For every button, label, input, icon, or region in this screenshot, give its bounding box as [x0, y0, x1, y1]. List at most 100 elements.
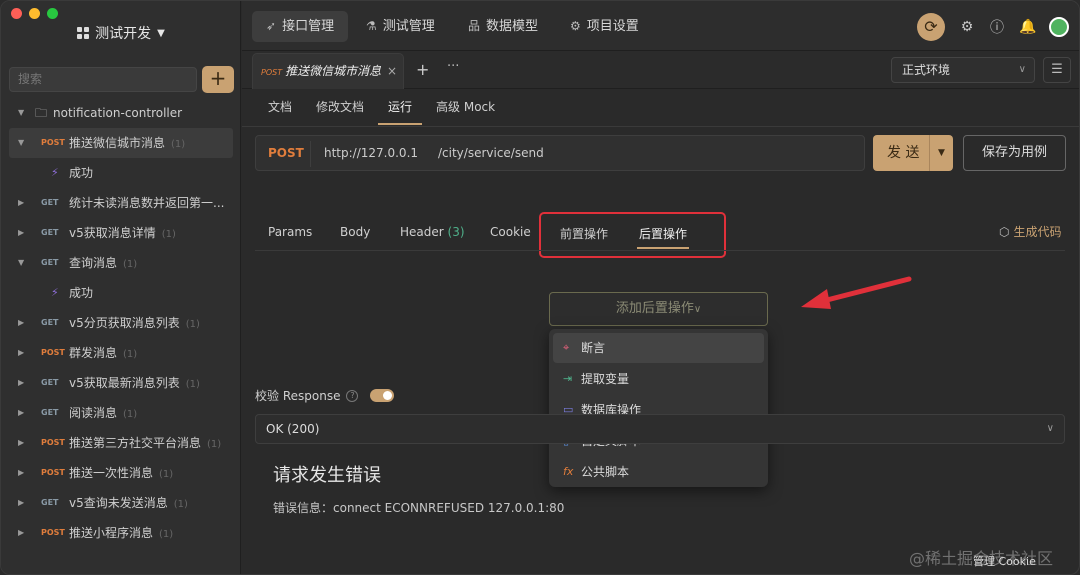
save-as-case-button[interactable]: 保存为用例	[963, 135, 1066, 171]
annotation-arrow	[801, 276, 912, 309]
project-switcher[interactable]: 测试开发 ▼	[1, 23, 241, 43]
tab-params[interactable]: Params	[268, 225, 312, 239]
method-badge: GET	[41, 198, 59, 207]
item-name: v5获取最新消息列表 (1)	[69, 376, 200, 390]
grid-icon	[77, 27, 90, 39]
send-button[interactable]: 发 送 ▼	[873, 135, 953, 171]
help-icon[interactable]: ?	[346, 389, 359, 402]
error-title: 请求发生错误	[273, 465, 381, 486]
item-name: v5获取消息详情 (1)	[69, 226, 176, 240]
tab-api-management[interactable]: ➶ 接口管理	[252, 11, 349, 42]
tree-item[interactable]: ▶ GET v5分页获取消息列表 (1)	[1, 308, 241, 338]
project-name: 测试开发	[95, 26, 152, 42]
menu-item-public-script[interactable]: fx 公共脚本	[553, 457, 764, 487]
item-name: 推送第三方社交平台消息 (1)	[69, 436, 222, 450]
caret-down-icon: ▼	[18, 108, 25, 117]
tree-item[interactable]: ▶ POST 推送一次性消息 (1)	[1, 458, 241, 488]
watermark: @稀土掘金技术社区	[909, 549, 1054, 568]
add-tab-button[interactable]: +	[416, 60, 429, 79]
folder-icon: 🗀	[35, 106, 48, 120]
sidebar: 测试开发 ▼ 搜索 + ▼ 🗀 notification-controller …	[1, 1, 241, 574]
method-select[interactable]: POST	[268, 146, 304, 160]
more-icon[interactable]: ···	[447, 59, 459, 74]
item-name: 推送微信城市消息 (1)	[69, 136, 186, 150]
caret-down-icon: ▼	[18, 258, 25, 267]
tree-item[interactable]: ▶ POST 推送小程序消息 (1)	[1, 518, 241, 548]
bolt-icon: ⚡	[51, 286, 59, 299]
caret-down-icon: ▼	[157, 27, 165, 39]
chevron-down-icon: ∨	[1018, 64, 1026, 75]
tree-item[interactable]: ▶ GET 阅读消息 (1)	[1, 398, 241, 428]
tab-advanced-mock[interactable]: 高级 Mock	[424, 97, 507, 127]
method-badge: POST	[41, 468, 65, 477]
tab-test-management[interactable]: ⚗ 测试管理	[352, 11, 449, 42]
url-bar[interactable]: POST http://127.0.0.1 /city/service/send	[255, 135, 865, 171]
window-controls	[11, 8, 58, 19]
add-post-op-button[interactable]: 添加后置操作∨	[549, 292, 768, 326]
close-icon[interactable]: ×	[387, 54, 397, 88]
bell-icon[interactable]: 🔔	[1019, 19, 1036, 35]
extract-icon: ⇥	[563, 372, 573, 385]
request-tab[interactable]: POST 推送微信城市消息 ×	[252, 53, 404, 89]
tab-cookie[interactable]: Cookie	[490, 225, 531, 239]
doc-subtabs: 文档 修改文档 运行 高级 Mock	[256, 97, 507, 127]
generate-code-button[interactable]: ⬡ 生成代码	[999, 223, 1062, 240]
api-tree: ▼ 🗀 notification-controller ▼ POST 推送微信城…	[1, 98, 241, 548]
tree-item[interactable]: ▶ GET v5获取最新消息列表 (1)	[1, 368, 241, 398]
tree-case[interactable]: ⚡ 成功	[1, 278, 241, 308]
tree-item[interactable]: ▼ POST 推送微信城市消息 (1)	[9, 128, 233, 158]
verify-toggle[interactable]	[370, 389, 395, 402]
caret-right-icon: ▶	[18, 438, 25, 447]
cube-icon: ⬡	[999, 225, 1010, 239]
list-menu-icon[interactable]: ☰	[1043, 57, 1071, 83]
minimize-window-button[interactable]	[29, 8, 40, 19]
base-url: http://127.0.0.1	[324, 146, 419, 160]
tree-item[interactable]: ▶ GET v5查询未发送消息 (1)	[1, 488, 241, 518]
path-input[interactable]: /city/service/send	[438, 146, 544, 160]
target-icon: ⌖	[563, 341, 570, 354]
tab-data-model[interactable]: 品数据模型	[454, 11, 552, 42]
caret-right-icon: ▶	[18, 228, 25, 237]
tab-project-settings[interactable]: ⚙ 项目设置	[556, 11, 653, 42]
tree-item[interactable]: ▶ POST 群发消息 (1)	[1, 338, 241, 368]
folder-name: notification-controller	[53, 106, 183, 120]
close-window-button[interactable]	[11, 8, 22, 19]
item-name: 查询消息 (1)	[69, 256, 138, 270]
settings-icon[interactable]: ⚙	[959, 19, 975, 35]
tree-item[interactable]: ▶ GET v5获取消息详情 (1)	[1, 218, 241, 248]
highlight-box	[539, 212, 726, 258]
zoom-window-button[interactable]	[47, 8, 58, 19]
tab-run[interactable]: 运行	[376, 97, 424, 127]
menu-item-assertion[interactable]: ⌖ 断言	[553, 333, 764, 363]
caret-right-icon: ▶	[18, 348, 25, 357]
tree-item[interactable]: ▶ POST 推送第三方社交平台消息 (1)	[1, 428, 241, 458]
verify-response-row: 校验 Response ?	[255, 387, 395, 404]
response-select[interactable]: OK (200) ∨	[255, 414, 1065, 444]
tab-edit-doc[interactable]: 修改文档	[304, 97, 376, 127]
rocket-icon: ➶	[266, 19, 277, 33]
chevron-down-icon[interactable]: ▼	[929, 135, 953, 171]
tree-folder[interactable]: ▼ 🗀 notification-controller	[1, 98, 241, 128]
item-name: v5查询未发送消息 (1)	[69, 496, 188, 510]
add-button[interactable]: +	[202, 66, 234, 93]
sync-icon[interactable]: ⟳	[917, 13, 945, 41]
caret-right-icon: ▶	[18, 408, 25, 417]
caret-right-icon: ▶	[18, 498, 25, 507]
caret-down-icon: ▼	[18, 138, 25, 147]
tree-item[interactable]: ▶ GET 统计未读消息数并返回第一...	[1, 188, 241, 218]
tree-item[interactable]: ▼ GET 查询消息 (1)	[1, 248, 241, 278]
tab-doc[interactable]: 文档	[256, 97, 304, 127]
tab-header[interactable]: Header (3)	[400, 225, 465, 239]
function-icon: fx	[563, 465, 574, 478]
tab-body[interactable]: Body	[340, 225, 370, 239]
tree-case[interactable]: ⚡ 成功	[1, 158, 241, 188]
menu-item-extract-variable[interactable]: ⇥ 提取变量	[553, 364, 764, 394]
caret-right-icon: ▶	[18, 318, 25, 327]
item-name: 群发消息 (1)	[69, 346, 138, 360]
help-icon[interactable]: ⓘ	[989, 17, 1005, 37]
environment-select[interactable]: 正式环境 ∨	[891, 57, 1035, 83]
post-op-menu: ⌖断言 ⇥提取变量 ▭数据库操作 ▯自定义脚本 fx公共脚本	[549, 329, 768, 487]
avatar[interactable]	[1049, 17, 1069, 37]
search-input[interactable]: 搜索	[9, 67, 197, 92]
method-badge: POST	[41, 348, 65, 357]
